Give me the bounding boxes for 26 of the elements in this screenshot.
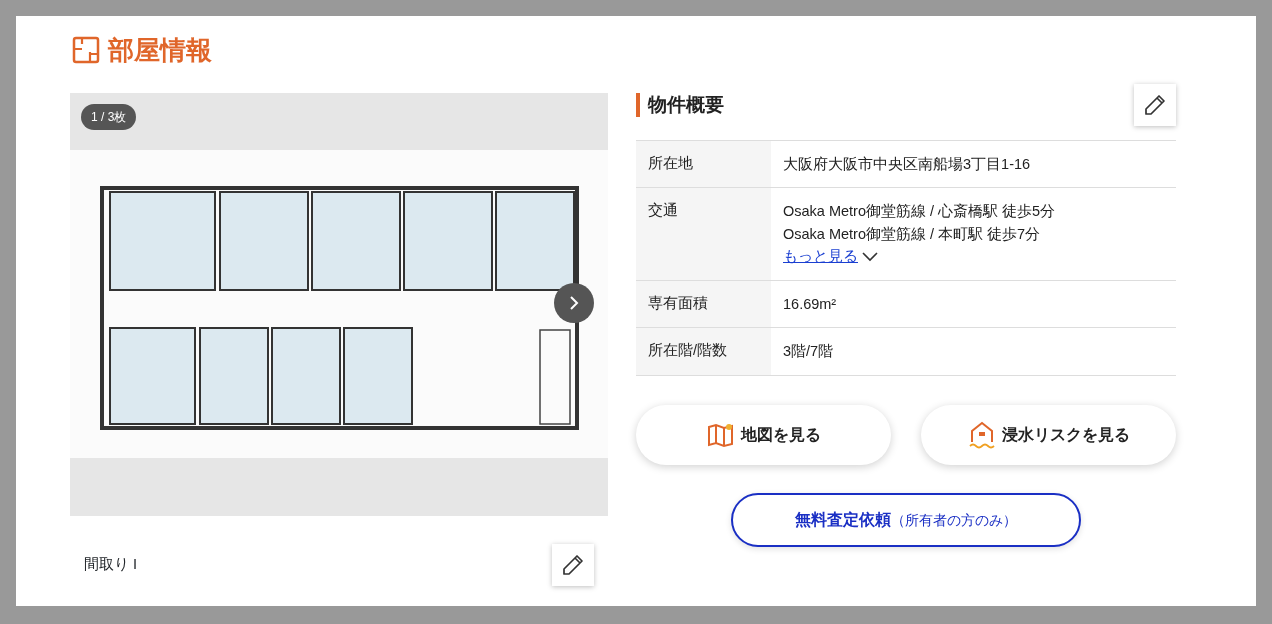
section-title: 部屋情報 xyxy=(108,37,212,63)
table-cell: 専有面積 xyxy=(636,280,771,328)
map-icon xyxy=(706,421,735,448)
map-button[interactable]: 地図を見る xyxy=(636,404,891,465)
table-cell: 交通 xyxy=(636,188,771,280)
chevron-right-icon xyxy=(567,295,581,311)
table-cell-text: 3階/7階 xyxy=(783,342,834,362)
table-cell-text: 16.69m² xyxy=(783,294,837,314)
edit-icon xyxy=(1143,93,1167,117)
edit-button[interactable] xyxy=(552,544,594,586)
image-caption: 間取り I xyxy=(84,555,138,575)
table-cell: 所在地 xyxy=(636,141,771,188)
table-cell: 所在階/階数 xyxy=(636,328,771,375)
more-link[interactable]: もっと見る xyxy=(783,245,858,268)
table-cell-text: Osaka Metro御堂筋線 / 心斎橋駅 徒歩5分 xyxy=(783,202,1056,222)
flood-risk-button[interactable]: 浸水リスクを見る xyxy=(921,404,1176,465)
house-water-icon xyxy=(967,419,996,450)
assessment-button[interactable]: 無料査定依頼（所有者の方のみ） xyxy=(731,492,1081,547)
edit-button[interactable] xyxy=(1134,84,1176,126)
chevron-down-icon xyxy=(862,251,878,262)
table-cell-text: Osaka Metro御堂筋線 / 本町駅 徒歩7分 xyxy=(783,224,1042,244)
overview-title: 物件概要 xyxy=(648,92,724,117)
image-counter: 1 / 3枚 xyxy=(81,104,137,130)
edit-icon xyxy=(561,553,585,577)
floor-plan-icon xyxy=(72,36,100,64)
table-cell-text: 大阪府大阪市中央区南船場3丁目1-16 xyxy=(783,155,1031,174)
